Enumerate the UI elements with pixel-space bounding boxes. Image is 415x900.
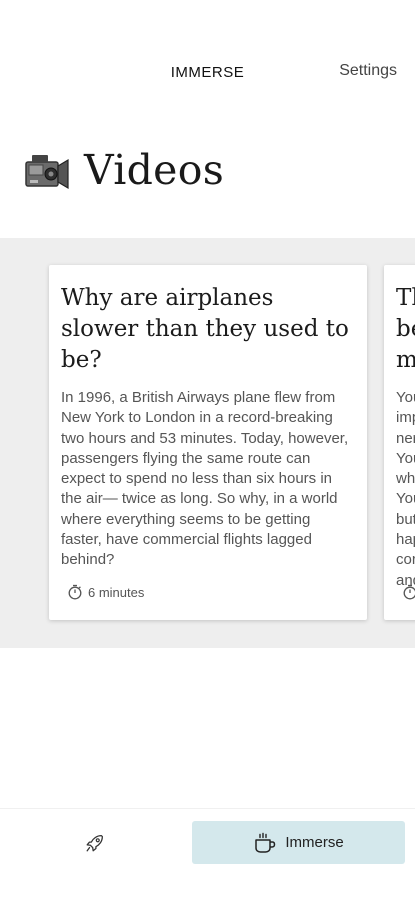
video-camera-icon: [25, 155, 69, 190]
video-card-description: In 1996, a British Airways plane flew fr…: [61, 389, 349, 569]
video-card[interactable]: Why are airplanes slower than they used …: [49, 265, 367, 620]
settings-link[interactable]: Settings: [339, 62, 397, 80]
stopwatch-icon: [68, 584, 82, 600]
video-card-next[interactable]: Thbem YouimpnerYouwhYoubuthapcorand: [384, 265, 415, 620]
video-card-title: Why are airplanes slower than they used …: [61, 285, 349, 373]
bottom-navigation: Immerse: [0, 808, 415, 900]
immerse-screen: IMMERSE Settings Videos Why are airplane…: [0, 0, 415, 900]
video-duration: 6 minutes: [67, 584, 144, 600]
video-card-title: Thbem: [396, 285, 415, 373]
nav-immerse-label: Immerse: [285, 834, 344, 851]
nav-immerse-tab[interactable]: Immerse: [192, 821, 405, 864]
video-duration: [402, 584, 415, 600]
rocket-icon: [86, 835, 103, 852]
video-duration-label: 6 minutes: [88, 584, 145, 600]
app-header: IMMERSE Settings: [0, 0, 415, 110]
section-header: Videos: [24, 140, 224, 200]
stopwatch-icon: [403, 584, 415, 600]
videos-carousel[interactable]: Why are airplanes slower than they used …: [0, 238, 415, 648]
coffee-cup-icon: [255, 832, 276, 853]
video-card-description: YouimpnerYouwhYoubuthapcorand: [396, 389, 415, 589]
nav-discover-button[interactable]: [0, 821, 190, 865]
section-title: Videos: [84, 146, 225, 194]
